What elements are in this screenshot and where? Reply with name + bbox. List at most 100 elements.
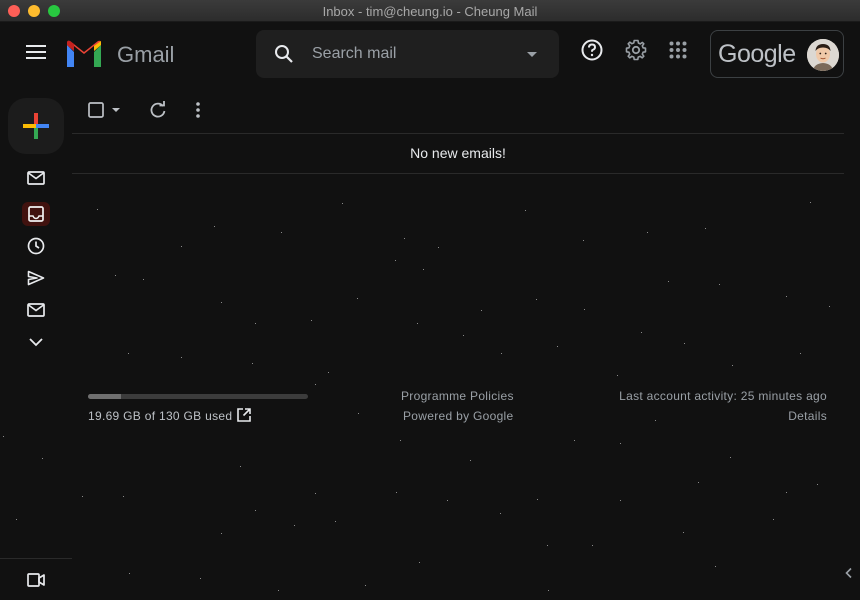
storage-usage-bar [88, 394, 308, 399]
star-dot [438, 247, 439, 248]
compose-plus-icon [23, 113, 49, 139]
star-dot [311, 320, 312, 321]
chevron-left-icon [845, 567, 852, 579]
star-dot [278, 590, 279, 591]
star-dot [829, 306, 830, 307]
star-dot [129, 573, 130, 574]
powered-by-google: Powered by Google [403, 409, 514, 423]
gmail-logo[interactable] [64, 39, 104, 69]
star-dot [810, 202, 811, 203]
star-dot [123, 496, 124, 497]
star-dot [620, 500, 621, 501]
star-dot [328, 372, 329, 373]
star-dot [584, 309, 585, 310]
star-dot [786, 296, 787, 297]
star-dot [335, 521, 336, 522]
star-dot [668, 281, 669, 282]
star-dot [255, 510, 256, 511]
search-options-icon[interactable] [520, 42, 544, 66]
star-dot [400, 440, 401, 441]
star-dot [240, 466, 241, 467]
sidebar-item-snoozed[interactable] [22, 234, 50, 258]
star-dot [463, 335, 464, 336]
storage-usage-text: 19.69 GB of 130 GB used [88, 409, 233, 423]
star-dot [97, 209, 98, 210]
star-dot [592, 545, 593, 546]
external-link-icon[interactable] [236, 407, 252, 423]
sidebar-item-mail[interactable] [22, 166, 50, 190]
star-dot [800, 353, 801, 354]
window-title: Inbox - tim@cheung.io - Cheung Mail [322, 4, 538, 19]
star-dot [82, 496, 83, 497]
details-link[interactable]: Details [788, 409, 827, 423]
star-dot [470, 460, 471, 461]
star-dot [115, 275, 116, 276]
star-dot [719, 284, 720, 285]
star-dot [447, 500, 448, 501]
sidebar-divider [0, 558, 72, 559]
sidebar-item-inbox[interactable] [22, 202, 50, 226]
star-dot [315, 493, 316, 494]
google-wordmark: Google [718, 40, 796, 68]
chevron-down-icon [29, 338, 43, 347]
settings-button[interactable] [624, 38, 648, 62]
chevron-down-icon[interactable] [110, 104, 122, 116]
account-switcher[interactable]: Google [710, 30, 844, 78]
window-titlebar: Inbox - tim@cheung.io - Cheung Mail [0, 0, 860, 22]
main-menu-button[interactable] [20, 36, 52, 68]
star-dot [294, 525, 295, 526]
app-header: Gmail Google [0, 22, 860, 86]
checkbox-icon [88, 102, 104, 118]
mail-toolbar [72, 88, 844, 134]
star-dot [683, 532, 684, 533]
star-dot [732, 365, 733, 366]
sidebar-item-sent[interactable] [22, 266, 50, 290]
avatar[interactable] [807, 39, 839, 71]
star-dot [143, 279, 144, 280]
sidebar-item-more[interactable] [22, 330, 50, 354]
star-dot [396, 492, 397, 493]
star-dot [536, 299, 537, 300]
star-dot [200, 578, 201, 579]
more-vert-icon[interactable] [186, 98, 210, 122]
compose-button[interactable] [8, 98, 64, 154]
star-dot [817, 484, 818, 485]
search-input[interactable] [312, 43, 512, 65]
video-icon[interactable] [24, 568, 48, 592]
star-dot [181, 357, 182, 358]
help-button[interactable] [580, 38, 604, 62]
side-panel-toggle[interactable] [838, 562, 860, 584]
star-dot [252, 363, 253, 364]
star-dot [395, 260, 396, 261]
star-dot [365, 585, 366, 586]
refresh-icon[interactable] [146, 98, 170, 122]
sidebar-item-all-mail[interactable] [22, 298, 50, 322]
star-dot [730, 457, 731, 458]
select-all-checkbox[interactable] [88, 98, 128, 122]
toolbar-divider [72, 133, 844, 134]
star-dot [419, 562, 420, 563]
menu-icon [26, 45, 46, 59]
help-icon [581, 39, 603, 61]
star-dot [557, 346, 558, 347]
mail-icon [27, 303, 45, 317]
programme-policies-link[interactable]: Programme Policies [401, 389, 514, 403]
search-bar[interactable] [256, 30, 559, 78]
star-dot [404, 238, 405, 239]
star-dot [617, 375, 618, 376]
mail-icon [27, 171, 45, 185]
clock-icon [27, 237, 45, 255]
star-dot [221, 302, 222, 303]
star-dot [574, 440, 575, 441]
brand-name[interactable]: Gmail [117, 42, 174, 68]
empty-inbox-message: No new emails! [410, 145, 506, 161]
star-dot [281, 232, 282, 233]
star-dot [42, 458, 43, 459]
apps-button[interactable] [666, 38, 690, 62]
star-dot [358, 413, 359, 414]
search-icon[interactable] [272, 42, 296, 66]
star-dot [647, 232, 648, 233]
star-dot [16, 519, 17, 520]
star-dot [181, 246, 182, 247]
send-icon [27, 270, 45, 286]
